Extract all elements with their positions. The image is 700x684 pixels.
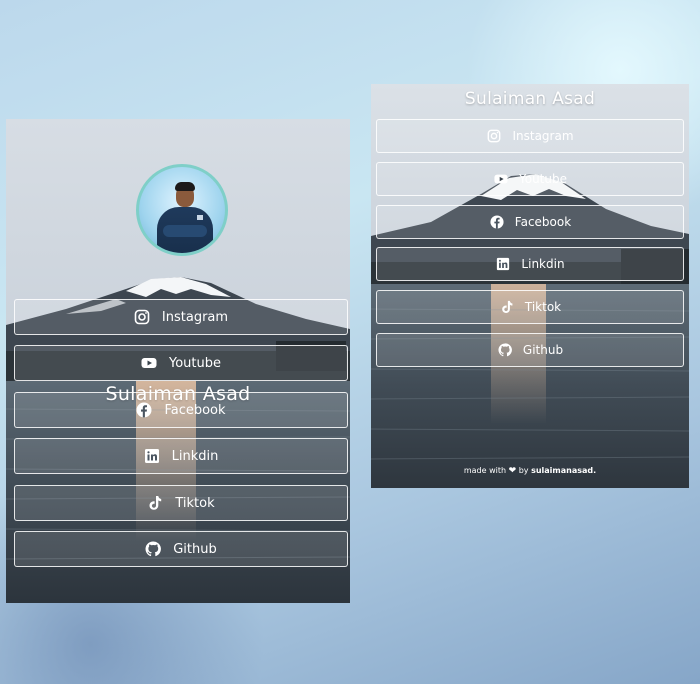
youtube-link-label: Youtube bbox=[519, 172, 567, 186]
instagram-link-button-desktop[interactable]: Instagram bbox=[376, 119, 684, 153]
footer-middle: by bbox=[518, 466, 529, 475]
github-link-label: Github bbox=[173, 541, 217, 557]
linkedin-link-label: Linkdin bbox=[171, 448, 219, 464]
profile-card-mobile: Sulaiman Asad Instagram Youtube Facebook… bbox=[6, 119, 350, 603]
instagram-icon bbox=[134, 309, 150, 325]
heart-icon: ❤ bbox=[508, 466, 517, 476]
github-icon bbox=[497, 342, 513, 358]
profile-name-desktop: Sulaiman Asad bbox=[464, 89, 596, 109]
footer-credit: made with ❤ by sulaimanasad. bbox=[371, 466, 689, 476]
footer-author-link[interactable]: sulaimanasad. bbox=[531, 466, 596, 475]
profile-card-desktop: Sulaiman Asad Instagram Youtube Facebook… bbox=[371, 84, 689, 488]
youtube-icon bbox=[493, 171, 509, 187]
facebook-link-button[interactable]: Facebook bbox=[14, 392, 348, 428]
instagram-link-button[interactable]: Instagram bbox=[14, 299, 348, 335]
youtube-icon bbox=[141, 355, 157, 371]
tiktok-link-label: Tiktok bbox=[524, 300, 562, 314]
facebook-link-label: Facebook bbox=[164, 402, 226, 418]
github-link-label: Github bbox=[522, 343, 564, 357]
github-link-button-desktop[interactable]: Github bbox=[376, 333, 684, 367]
linkedin-link-button-desktop[interactable]: Linkdin bbox=[376, 247, 684, 281]
github-icon bbox=[145, 541, 162, 557]
footer-prefix: made with bbox=[463, 466, 507, 475]
facebook-icon bbox=[136, 402, 152, 418]
facebook-icon bbox=[489, 214, 505, 230]
linkedin-link-button[interactable]: Linkdin bbox=[14, 438, 348, 474]
tiktok-link-button-desktop[interactable]: Tiktok bbox=[376, 290, 684, 324]
linkedin-icon bbox=[144, 448, 160, 464]
tiktok-link-label: Tiktok bbox=[175, 495, 215, 511]
linkedin-link-label: Linkdin bbox=[521, 257, 565, 271]
facebook-link-label: Facebook bbox=[514, 215, 572, 229]
instagram-icon bbox=[486, 128, 502, 144]
linkedin-icon bbox=[495, 256, 511, 272]
youtube-link-button-desktop[interactable]: Youtube bbox=[376, 162, 684, 196]
instagram-link-label: Instagram bbox=[512, 129, 574, 143]
facebook-link-button-desktop[interactable]: Facebook bbox=[376, 205, 684, 239]
instagram-link-label: Instagram bbox=[161, 309, 229, 325]
youtube-link-label: Youtube bbox=[169, 355, 221, 371]
tiktok-icon bbox=[147, 495, 163, 511]
profile-avatar bbox=[136, 164, 228, 256]
youtube-link-button[interactable]: Youtube bbox=[14, 345, 348, 381]
github-link-button[interactable]: Github bbox=[14, 531, 348, 567]
tiktok-icon bbox=[499, 299, 515, 315]
tiktok-link-button[interactable]: Tiktok bbox=[14, 485, 348, 521]
